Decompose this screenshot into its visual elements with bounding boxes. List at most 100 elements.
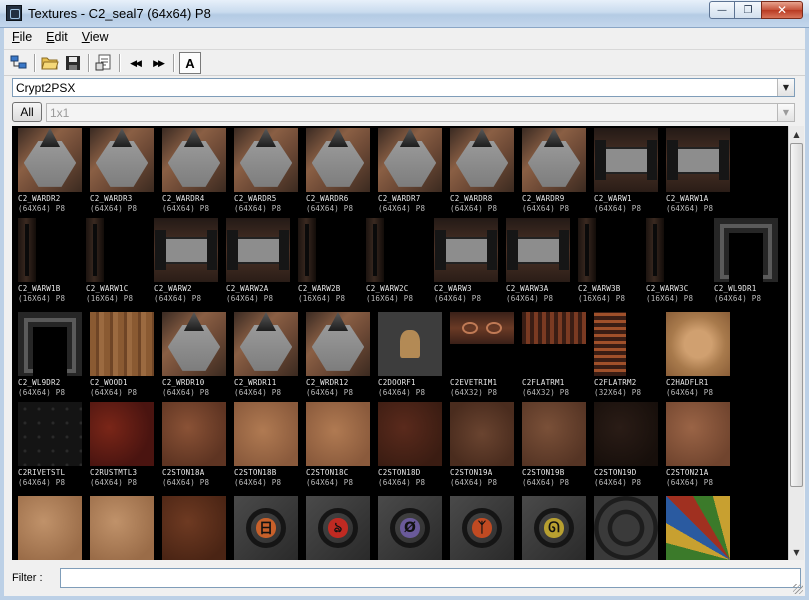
filter-input[interactable]: [60, 568, 801, 588]
texture-thumbnail: [306, 402, 370, 466]
texture-tile[interactable]: [666, 496, 736, 560]
texture-tile[interactable]: C2_WL9DR2 (64X64) P8: [18, 312, 88, 400]
texture-tile[interactable]: C2_WARW2C (16X64) P8: [366, 218, 436, 306]
texture-tile[interactable]: [162, 496, 232, 560]
texture-tile[interactable]: C2STON18A (64X64) P8: [162, 402, 232, 490]
texture-tile[interactable]: C2EVETRIM1 (64X32) P8: [450, 312, 520, 400]
texture-name: C2_WARDR6: [306, 194, 349, 203]
close-button[interactable]: ✕: [761, 1, 803, 19]
title-bar[interactable]: Textures - C2_seal7 (64x64) P8 — ❐ ✕: [0, 0, 809, 28]
texture-tile[interactable]: C2_WARW3A (64X64) P8: [506, 218, 576, 306]
texture-tile[interactable]: C2_WARDR9 (64X64) P8: [522, 128, 592, 216]
scroll-up-icon[interactable]: ▲: [789, 126, 804, 142]
texture-tile[interactable]: C2_WARW1C (16X64) P8: [86, 218, 156, 306]
texture-size: (64X64) P8: [306, 478, 354, 487]
texture-tile[interactable]: C2_WARW2A (64X64) P8: [226, 218, 296, 306]
texture-size: (16X64) P8: [18, 294, 66, 303]
resize-grip[interactable]: [793, 584, 803, 594]
texture-browser[interactable]: C2_WARDR2 (64X64) P8 C2_WARDR3 (64X64) P8 C2…: [12, 126, 788, 560]
window-tree-icon[interactable]: [8, 52, 30, 74]
texture-tile[interactable]: C2_WARW3C (16X64) P8: [646, 218, 716, 306]
texture-tile[interactable]: C2_WRDR11 (64X64) P8: [234, 312, 304, 400]
open-folder-icon[interactable]: [39, 52, 61, 74]
texture-tile[interactable]: C2HADFLR1 (64X64) P8: [666, 312, 736, 400]
texture-tile[interactable]: [18, 496, 88, 560]
all-sizes-button[interactable]: All: [12, 102, 42, 122]
texture-tile[interactable]: C2_WARDR5 (64X64) P8: [234, 128, 304, 216]
scroll-thumb[interactable]: [790, 143, 803, 487]
scroll-down-icon[interactable]: ▼: [789, 544, 804, 560]
texture-name: C2HADFLR1: [666, 378, 709, 387]
texture-tile[interactable]: C2RUSTMTL3 (64X64) P8: [90, 402, 160, 490]
texture-tile[interactable]: [594, 496, 664, 560]
texture-thumbnail: [594, 496, 658, 560]
texture-tile[interactable]: C2STON18C (64X64) P8: [306, 402, 376, 490]
chevron-down-icon[interactable]: ▼: [777, 104, 794, 121]
texture-tile[interactable]: C2_WARW3 (64X64) P8: [434, 218, 504, 306]
texture-name: C2_WOOD1: [90, 378, 128, 387]
chevron-down-icon[interactable]: ▼: [777, 79, 794, 96]
texture-tile[interactable]: C2_WARDR4 (64X64) P8: [162, 128, 232, 216]
texture-thumbnail: [226, 218, 290, 282]
texture-tile[interactable]: C2_WARDR6 (64X64) P8: [306, 128, 376, 216]
texture-tile[interactable]: C2STON18B (64X64) P8: [234, 402, 304, 490]
previous-icon[interactable]: ◀◀: [124, 52, 146, 74]
texture-tile[interactable]: C2FLATRM1 (64X32) P8: [522, 312, 592, 400]
texture-name: C2RIVETSTL: [18, 468, 66, 477]
texture-size: (64X64) P8: [378, 478, 426, 487]
texture-name: C2_WARDR3: [90, 194, 133, 203]
texture-thumbnail: [714, 218, 778, 282]
texture-tile[interactable]: 日: [234, 496, 304, 560]
texture-tile[interactable]: C2_WARW3B (16X64) P8: [578, 218, 648, 306]
texture-tile[interactable]: ঌ: [306, 496, 376, 560]
texture-tile[interactable]: C2_WRDR10 (64X64) P8: [162, 312, 232, 400]
texture-tile[interactable]: C2_WL9DR1 (64X64) P8: [714, 218, 784, 306]
texture-tile[interactable]: C2_WARW1B (16X64) P8: [18, 218, 88, 306]
properties-icon[interactable]: [93, 52, 115, 74]
app-icon[interactable]: [6, 5, 22, 21]
size-select[interactable]: 1x1 ▼: [46, 103, 795, 122]
minimize-button[interactable]: —: [709, 1, 735, 19]
texture-name: C2_WARW3A: [506, 284, 549, 293]
texture-tile[interactable]: C2STON19B (64X64) P8: [522, 402, 592, 490]
texture-tile[interactable]: C2_WARW1A (64X64) P8: [666, 128, 736, 216]
texture-thumbnail: [234, 402, 298, 466]
next-icon[interactable]: ▶▶: [147, 52, 169, 74]
menu-file[interactable]: File: [4, 28, 38, 48]
texture-thumbnail: [522, 312, 586, 344]
texture-thumbnail: [90, 402, 154, 466]
texture-size: (16X64) P8: [366, 294, 414, 303]
texture-tile[interactable]: C2_WARW1 (64X64) P8: [594, 128, 664, 216]
texture-name: C2_WARW1C: [86, 284, 129, 293]
texture-tile[interactable]: C2_WARW2 (64X64) P8: [154, 218, 224, 306]
texture-tile[interactable]: C2_WOOD1 (64X64) P8: [90, 312, 160, 400]
package-select[interactable]: Crypt2PSX ▼: [12, 78, 795, 97]
menu-edit[interactable]: Edit: [38, 28, 74, 48]
texture-tile[interactable]: C2STON18D (64X64) P8: [378, 402, 448, 490]
texture-tile[interactable]: C2RIVETSTL (64X64) P8: [18, 402, 88, 490]
save-disk-icon[interactable]: [62, 52, 84, 74]
texture-tile[interactable]: C2_WARW2B (16X64) P8: [298, 218, 368, 306]
texture-tile[interactable]: C2_WARDR7 (64X64) P8: [378, 128, 448, 216]
texture-tile[interactable]: C2DOORF1 (64X64) P8: [378, 312, 448, 400]
texture-tile[interactable]: ᘏ: [522, 496, 592, 560]
texture-tile[interactable]: C2_WARDR3 (64X64) P8: [90, 128, 160, 216]
texture-name: C2_WARW2A: [226, 284, 269, 293]
texture-tile[interactable]: [90, 496, 160, 560]
maximize-button[interactable]: ❐: [735, 1, 761, 19]
menu-view[interactable]: View: [74, 28, 115, 48]
texture-tile[interactable]: C2_WARDR8 (64X64) P8: [450, 128, 520, 216]
texture-name: C2_WRDR12: [306, 378, 349, 387]
texture-tile[interactable]: C2STON19D (64X64) P8: [594, 402, 664, 490]
texture-tile[interactable]: ᛉ: [450, 496, 520, 560]
texture-tile[interactable]: C2STON21A (64X64) P8: [666, 402, 736, 490]
texture-tile[interactable]: C2_WRDR12 (64X64) P8: [306, 312, 376, 400]
texture-thumbnail: [162, 496, 226, 560]
vertical-scrollbar[interactable]: ▲ ▼: [788, 126, 804, 560]
texture-tile[interactable]: C2STON19A (64X64) P8: [450, 402, 520, 490]
texture-name: C2_WARW2C: [366, 284, 409, 293]
texture-tile[interactable]: C2_WARDR2 (64X64) P8: [18, 128, 88, 216]
texture-tile[interactable]: Ø: [378, 496, 448, 560]
texture-tile[interactable]: C2FLATRM2 (32X64) P8: [594, 312, 664, 400]
font-icon[interactable]: A: [179, 52, 201, 74]
